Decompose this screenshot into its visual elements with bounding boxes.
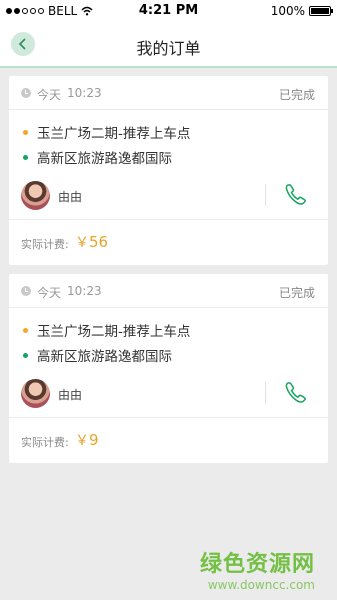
order-card[interactable]: 今天 10:23 已完成 玉兰广场二期-推荐上车点 高新区旅游路逸都国际 由由 … [9, 76, 328, 265]
fee-amount: ￥9 [75, 430, 99, 450]
phone-icon[interactable] [283, 379, 309, 405]
status-bar: BELL 4:21 PM 100% [0, 0, 337, 22]
clock-icon [21, 286, 31, 296]
fee-label: 实际计费: [21, 238, 69, 251]
fee-value: 9 [89, 431, 99, 449]
divider [265, 382, 266, 404]
order-card[interactable]: 今天 10:23 已完成 玉兰广场二期-推荐上车点 高新区旅游路逸都国际 由由 … [9, 274, 328, 463]
divider [265, 184, 266, 206]
pickup-location: 玉兰广场二期-推荐上车点 [37, 126, 191, 142]
driver-row: 由由 [9, 373, 328, 419]
fee-value: 56 [89, 233, 109, 251]
fee-row: 实际计费: ￥56 [9, 219, 328, 265]
phone-icon[interactable] [283, 181, 309, 207]
battery-percent: 100% [270, 4, 305, 18]
order-header: 今天 10:23 已完成 [9, 274, 328, 308]
destination-dot-icon [23, 353, 28, 358]
fee-currency: ￥ [75, 235, 89, 251]
battery-indicator: 100% [270, 4, 333, 18]
driver-row: 由由 [9, 175, 328, 221]
avatar [21, 181, 50, 210]
destination-location: 高新区旅游路逸都国际 [37, 349, 172, 365]
order-day: 今天 [37, 88, 62, 102]
fee-row: 实际计费: ￥9 [9, 417, 328, 463]
pickup-dot-icon [23, 130, 28, 135]
fee-label: 实际计费: [21, 436, 69, 449]
pickup-dot-icon [23, 328, 28, 333]
nav-bar: 我的订单 [0, 22, 337, 68]
fee-currency: ￥ [75, 433, 89, 449]
order-status: 已完成 [278, 88, 315, 102]
driver-name: 由由 [58, 388, 83, 402]
order-time: 10:23 [67, 284, 102, 298]
order-status: 已完成 [278, 286, 315, 300]
fee-amount: ￥56 [75, 232, 108, 252]
destination-dot-icon [23, 155, 28, 160]
page-title: 我的订单 [136, 39, 201, 58]
clock-icon [21, 88, 31, 98]
order-header: 今天 10:23 已完成 [9, 76, 328, 110]
battery-icon [309, 6, 333, 16]
destination-location: 高新区旅游路逸都国际 [37, 151, 172, 167]
watermark-url: www.downcc.com [207, 578, 315, 592]
order-day: 今天 [37, 286, 62, 300]
driver-name: 由由 [58, 190, 83, 204]
avatar [21, 379, 50, 408]
watermark-title: 绿色资源网 [199, 552, 315, 577]
pickup-location: 玉兰广场二期-推荐上车点 [37, 324, 191, 340]
watermark: 绿色资源网 www.downcc.com [200, 546, 315, 592]
order-time: 10:23 [67, 86, 102, 100]
